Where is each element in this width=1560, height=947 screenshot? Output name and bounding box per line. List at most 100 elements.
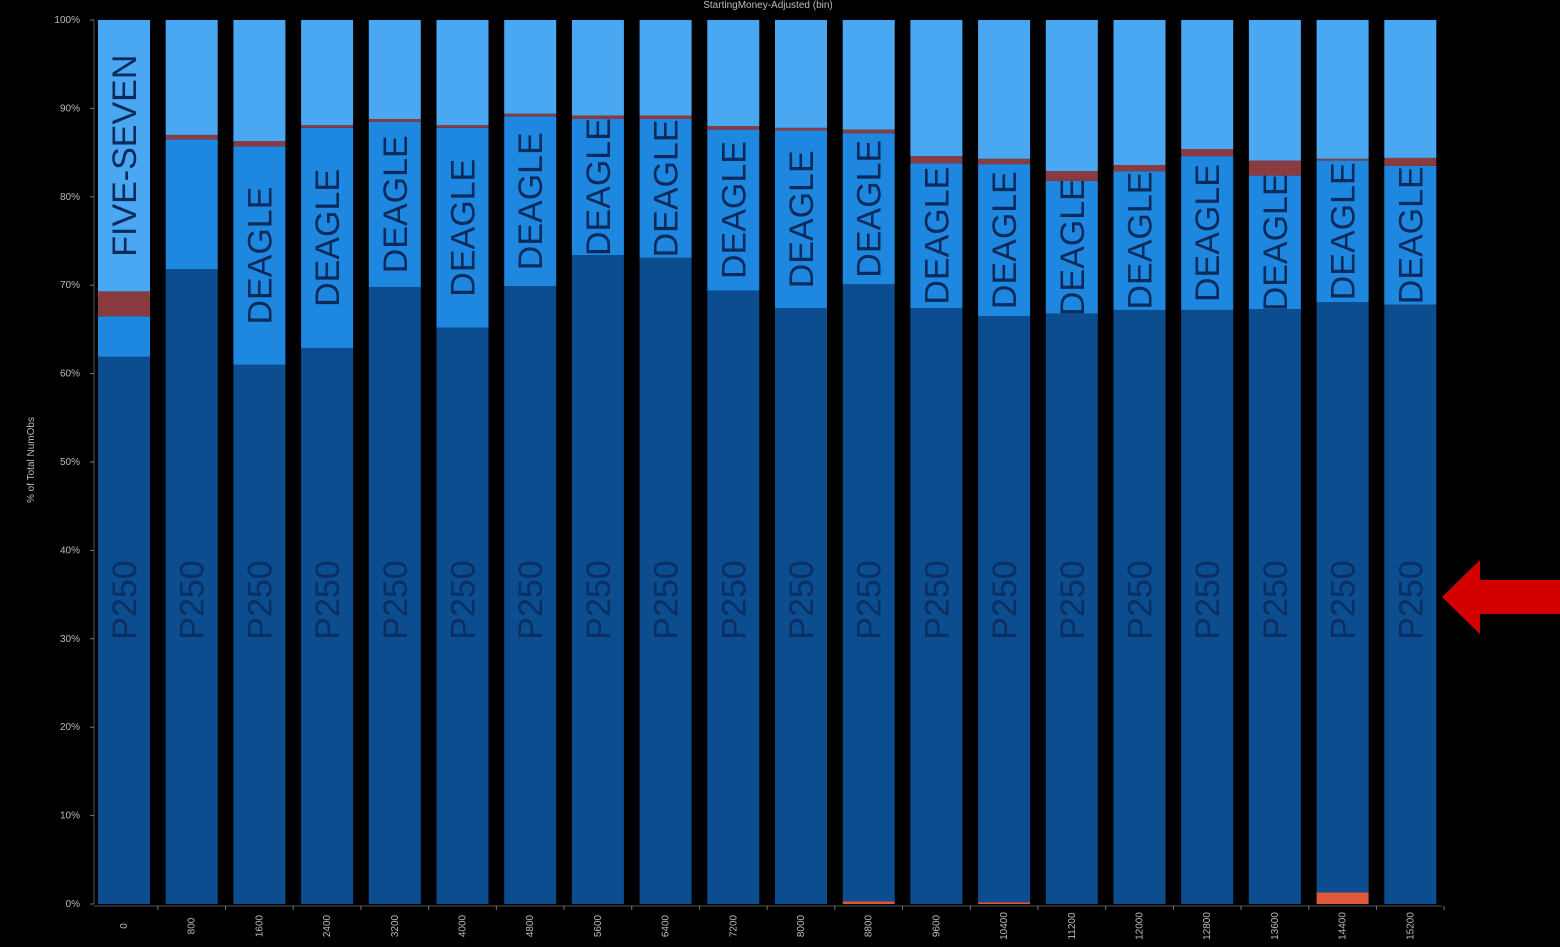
x-tick-label: 4000 [458,914,469,937]
x-tick-label: 15200 [1405,912,1416,940]
segment-label: P250 [445,560,483,639]
bar-segment-five-seven [1384,20,1437,158]
bar-3200: P250 DEAGLE [368,20,421,904]
segment-label: P250 [106,560,144,639]
x-axis: 0 800 1600 2400 3200 4000 4800 5600 6400 7200 8000… [94,905,1445,940]
bar-segment-other-brown- [504,113,557,117]
bar-8800: P250 DEAGLE [842,20,895,904]
segment-label: DEAGLE [309,169,347,307]
segment-label: P250 [1257,560,1295,639]
bar-segment-other-brown- [165,134,218,140]
bar-10400: P250 DEAGLE [978,20,1031,904]
bar-segment-five-seven [842,20,895,130]
bar-segment-other-brown- [1181,149,1234,157]
y-tick-label: 0% [66,899,81,910]
bar-segment-other-orange- [978,902,1031,904]
segment-label: DEAGLE [580,118,618,256]
segment-label: P250 [851,560,889,639]
y-tick-label: 60% [60,369,80,380]
x-tick-label: 14400 [1338,912,1349,940]
bar-segment-other-brown- [368,119,421,122]
segment-label: P250 [986,560,1024,639]
bar-segment-other-brown- [1248,160,1301,176]
x-tick-label: 4800 [525,914,536,937]
bar-segment-five-seven [910,20,963,157]
bar-segment-five-seven [1181,20,1234,150]
x-tick-label: 0 [119,923,130,929]
bar-6400: P250 DEAGLE [639,20,692,904]
chart-title: StartingMoney-Adjusted (bin) [703,0,833,11]
bar-segment-five-seven [368,20,421,120]
bar-segment-other-brown- [1113,164,1166,172]
segment-label: DEAGLE [851,140,889,278]
y-tick-label: 40% [60,545,80,556]
y-tick-label: 10% [60,811,80,822]
bar-segment-five-seven [1248,20,1301,161]
x-tick-label: 800 [187,917,198,934]
segment-label: DEAGLE [1054,178,1092,316]
x-tick-label: 12800 [1202,912,1213,940]
segment-label: P250 [241,560,279,639]
stacked-bar-chart: StartingMoney-Adjusted (bin) % of Total … [26,0,1560,940]
bar-segment-five-seven [707,20,760,127]
segment-label: P250 [580,560,618,639]
bar-segment-five-seven [1113,20,1166,165]
bar-segment-other-brown- [707,126,760,130]
x-tick-label: 13600 [1270,912,1281,940]
x-tick-label: 1600 [254,914,265,937]
segment-label: P250 [783,560,821,639]
bar-800: P250 [165,20,218,905]
bar-8000: P250 DEAGLE [775,20,827,905]
bar-15200: P250 DEAGLE [1384,20,1437,904]
bar-segment-five-seven [571,20,624,116]
x-tick-label: 7200 [728,914,739,937]
bar-0: P250 FIVE-SEVEN [98,20,150,905]
bar-segment-five-seven [639,20,692,116]
bar-7200: P250 DEAGLE [707,20,760,904]
x-tick-label: 12000 [1135,912,1146,940]
bar-segment-other-brown- [775,127,827,131]
segment-label: P250 [1054,560,1092,639]
bar-13600: P250 DEAGLE [1248,20,1301,904]
segment-label: P250 [512,560,550,639]
segment-label: P250 [1189,560,1227,639]
bar-14400: P250 DEAGLE [1316,20,1369,904]
y-axis: 0% 10% 20% 30% 40% 50% 60% 70% 80% 90% 100% [54,15,95,910]
segment-label: DEAGLE [377,135,415,273]
segment-label: DEAGLE [918,167,956,305]
segment-label: DEAGLE [512,132,550,270]
x-tick-label: 5600 [593,914,604,937]
segment-label: DEAGLE [445,159,483,297]
bar-segment-other-brown- [639,115,692,120]
segment-label: P250 [715,560,753,639]
bar-segment-other-brown- [1045,171,1098,181]
segment-label: DEAGLE [783,150,821,288]
segment-label: P250 [309,560,347,639]
segment-label: P250 [918,560,956,639]
bar-segment-five-seven [165,20,218,135]
bar-1600: P250 DEAGLE [233,20,286,904]
bar-segment-five-seven [301,20,354,126]
y-tick-label: 90% [60,103,80,114]
bar-segment-deagle [165,139,218,270]
segment-label: P250 [1392,560,1430,639]
bar-12000: P250 DEAGLE [1113,20,1166,904]
segment-label: P250 [1325,560,1363,639]
bar-segment-other-brown- [98,291,150,317]
x-tick-label: 11200 [1067,912,1078,940]
bar-segment-other-brown- [1384,157,1437,166]
bar-segment-other-brown- [301,125,354,128]
bar-segment-five-seven [1316,20,1369,159]
bar-4800: P250 DEAGLE [504,20,557,905]
x-tick-label: 8800 [864,914,875,937]
x-tick-label: 8000 [796,914,807,937]
segment-label: P250 [377,560,415,639]
segment-label: DEAGLE [1257,173,1295,311]
bar-11200: P250 DEAGLE [1045,20,1098,904]
bar-segment-other-orange- [1316,892,1369,904]
bar-segment-five-seven [233,20,286,142]
segment-label: FIVE-SEVEN [106,55,144,257]
bar-segment-five-seven [775,20,827,128]
segment-label: DEAGLE [986,171,1024,309]
y-axis-label: % of Total NumObs [26,417,37,503]
